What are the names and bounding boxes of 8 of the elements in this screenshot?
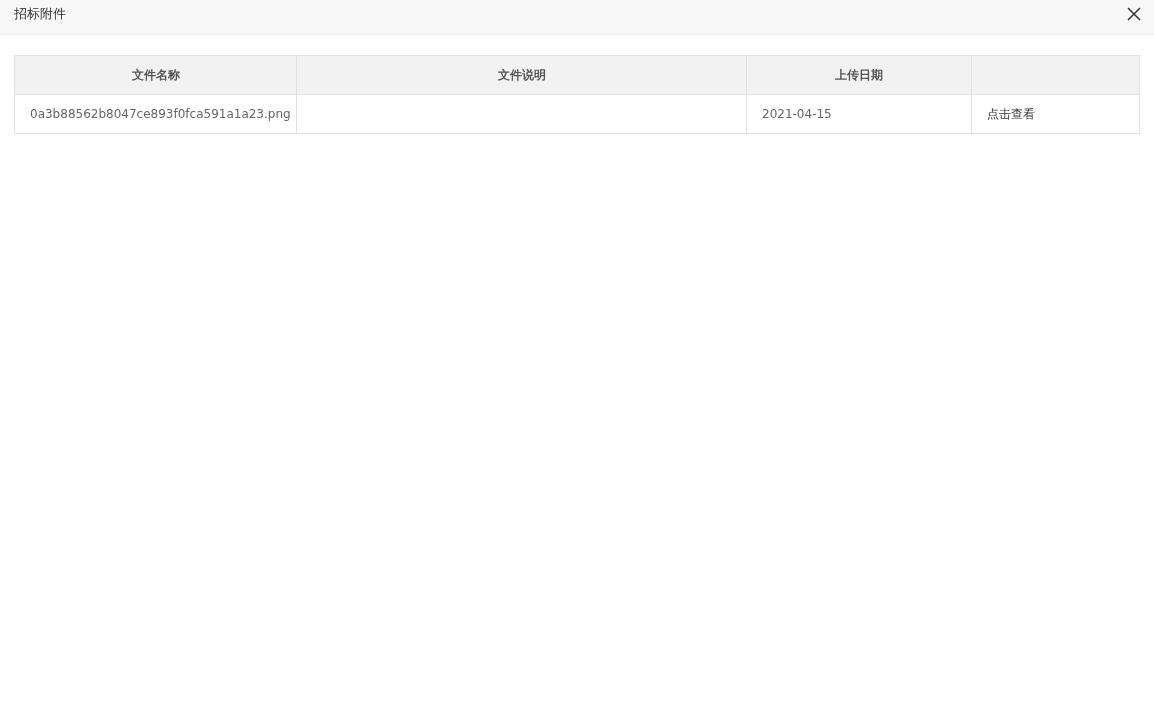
table-cell: 2021-04-15 bbox=[747, 95, 972, 134]
column-header: 文件说明 bbox=[297, 56, 747, 95]
dialog-title: 招标附件 bbox=[14, 5, 66, 23]
view-link[interactable]: 点击查看 bbox=[987, 105, 1035, 123]
column-header: 上传日期 bbox=[747, 56, 972, 95]
column-header: 文件名称 bbox=[15, 56, 297, 95]
close-icon[interactable] bbox=[1127, 7, 1141, 21]
table-cell: 0a3b88562b8047ce893f0fca591a1a23.png bbox=[15, 95, 297, 134]
